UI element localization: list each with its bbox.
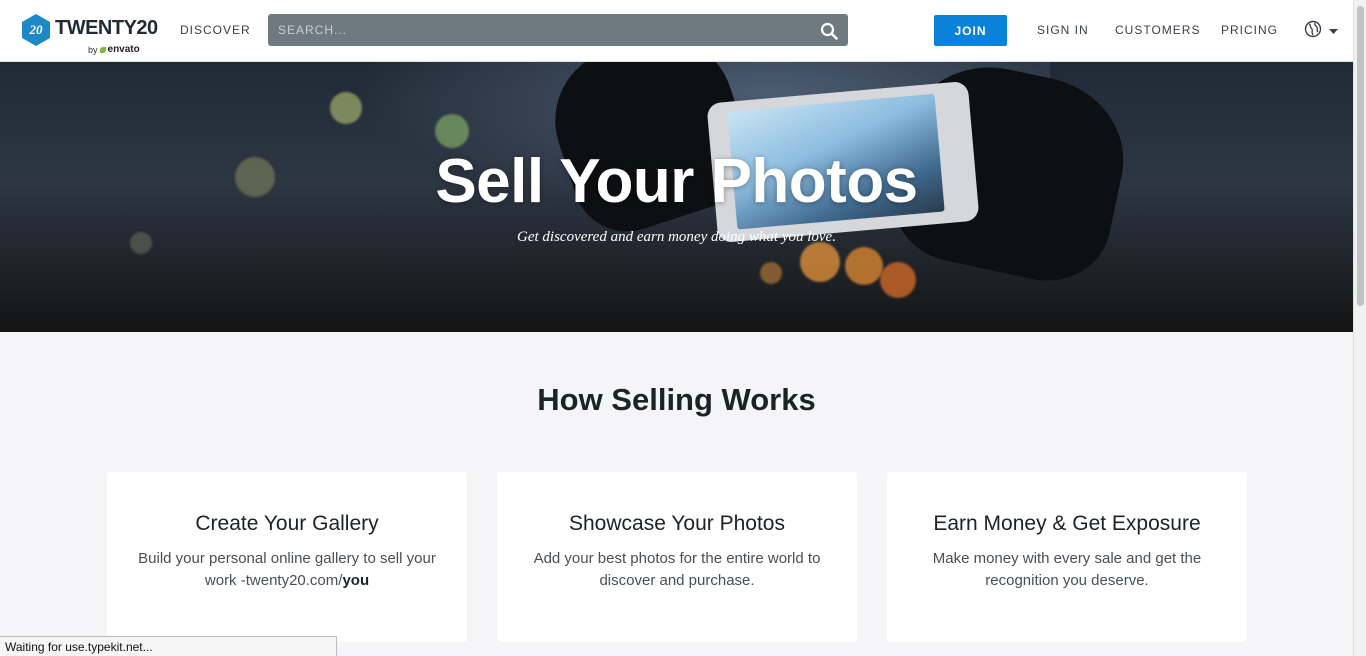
- card-create-gallery: Create Your Gallery Build your personal …: [107, 472, 467, 642]
- envato-leaf-icon: [99, 46, 106, 53]
- globe-icon: [1304, 20, 1322, 38]
- card-showcase-photos: Showcase Your Photos Add your best photo…: [497, 472, 857, 642]
- card-earn-money: Earn Money & Get Exposure Make money wit…: [887, 472, 1247, 642]
- search-bar: [268, 14, 848, 46]
- join-button[interactable]: JOIN: [934, 15, 1007, 46]
- bokeh-light: [880, 262, 916, 298]
- logo-badge-icon: 20: [22, 14, 50, 46]
- logo-byline: by envato: [88, 44, 140, 55]
- card-title: Earn Money & Get Exposure: [933, 512, 1201, 535]
- scrollbar-thumb[interactable]: [1357, 6, 1364, 306]
- search-icon[interactable]: [820, 22, 838, 40]
- nav-discover[interactable]: DISCOVER: [180, 23, 251, 37]
- card-text-main: Build your personal online gallery to se…: [138, 550, 436, 589]
- card-text: Add your best photos for the entire worl…: [533, 550, 821, 589]
- nav-sign-in[interactable]: SIGN IN: [1037, 23, 1089, 37]
- hero-banner: Sell Your Photos Get discovered and earn…: [0, 62, 1353, 332]
- bokeh-light: [435, 114, 469, 148]
- logo-by-text: by: [88, 44, 98, 55]
- logo-badge-text: 20: [29, 22, 44, 37]
- card-text: Build your personal online gallery to se…: [133, 548, 441, 592]
- section-title: How Selling Works: [537, 382, 816, 417]
- top-navbar: 20 TWENTY20 by envato DISCOVER JOIN SIGN…: [0, 0, 1353, 62]
- page-scrollbar[interactable]: [1353, 0, 1366, 656]
- search-input[interactable]: [268, 14, 808, 46]
- bokeh-light: [800, 242, 840, 282]
- bokeh-light: [330, 92, 362, 124]
- logo-wordmark: TWENTY20: [55, 17, 158, 39]
- card-text-bold: you: [342, 572, 370, 589]
- hero-subtitle: Get discovered and earn money doing what…: [517, 229, 836, 245]
- card-title: Create Your Gallery: [195, 512, 379, 535]
- chevron-down-icon: [1329, 29, 1338, 34]
- hero-title: Sell Your Photos: [435, 147, 918, 216]
- logo-envato-text: envato: [107, 44, 140, 55]
- card-text: Make money with every sale and get the r…: [932, 550, 1202, 589]
- browser-status-bar: Waiting for use.typekit.net...: [0, 636, 337, 656]
- language-selector[interactable]: [1304, 20, 1340, 42]
- card-title: Showcase Your Photos: [569, 512, 785, 535]
- bokeh-light: [845, 247, 883, 285]
- nav-customers[interactable]: CUSTOMERS: [1115, 23, 1200, 37]
- twenty20-logo[interactable]: 20 TWENTY20 by envato: [22, 14, 158, 56]
- bokeh-light: [760, 262, 782, 284]
- nav-pricing[interactable]: PRICING: [1221, 23, 1278, 37]
